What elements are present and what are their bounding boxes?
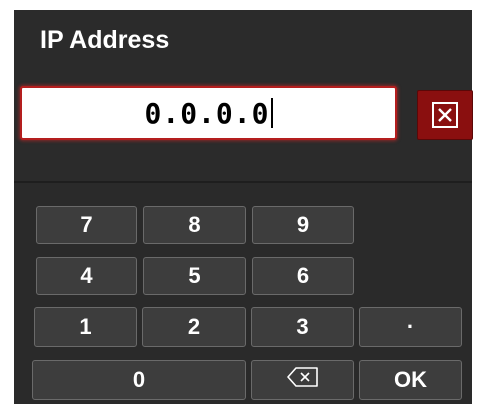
key-4[interactable]: 4 [36,257,137,295]
ip-address-input[interactable]: 0.0.0.0 [20,86,397,140]
key-8[interactable]: 8 [143,206,246,244]
backspace-icon [286,367,319,393]
key-1[interactable]: 1 [34,307,137,347]
key-0[interactable]: 0 [32,360,246,400]
key-2[interactable]: 2 [142,307,246,347]
key-7[interactable]: 7 [36,206,137,244]
clear-button[interactable] [417,90,473,140]
ip-address-value: 0.0.0.0 [144,96,270,130]
key-5[interactable]: 5 [143,257,246,295]
dialog-title: IP Address [40,26,170,54]
key-6[interactable]: 6 [252,257,354,295]
ok-button[interactable]: OK [359,360,462,400]
key-dot[interactable]: · [359,307,462,347]
key-3[interactable]: 3 [251,307,354,347]
close-box-icon [432,102,458,128]
key-9[interactable]: 9 [252,206,354,244]
dialog-header: IP Address 0.0.0.0 [14,10,473,181]
backspace-button[interactable] [251,360,354,400]
ip-address-dialog: IP Address 0.0.0.0 7 8 9 4 5 6 1 2 3 · 0 [14,10,473,404]
text-caret [270,98,273,128]
divider [14,181,472,183]
